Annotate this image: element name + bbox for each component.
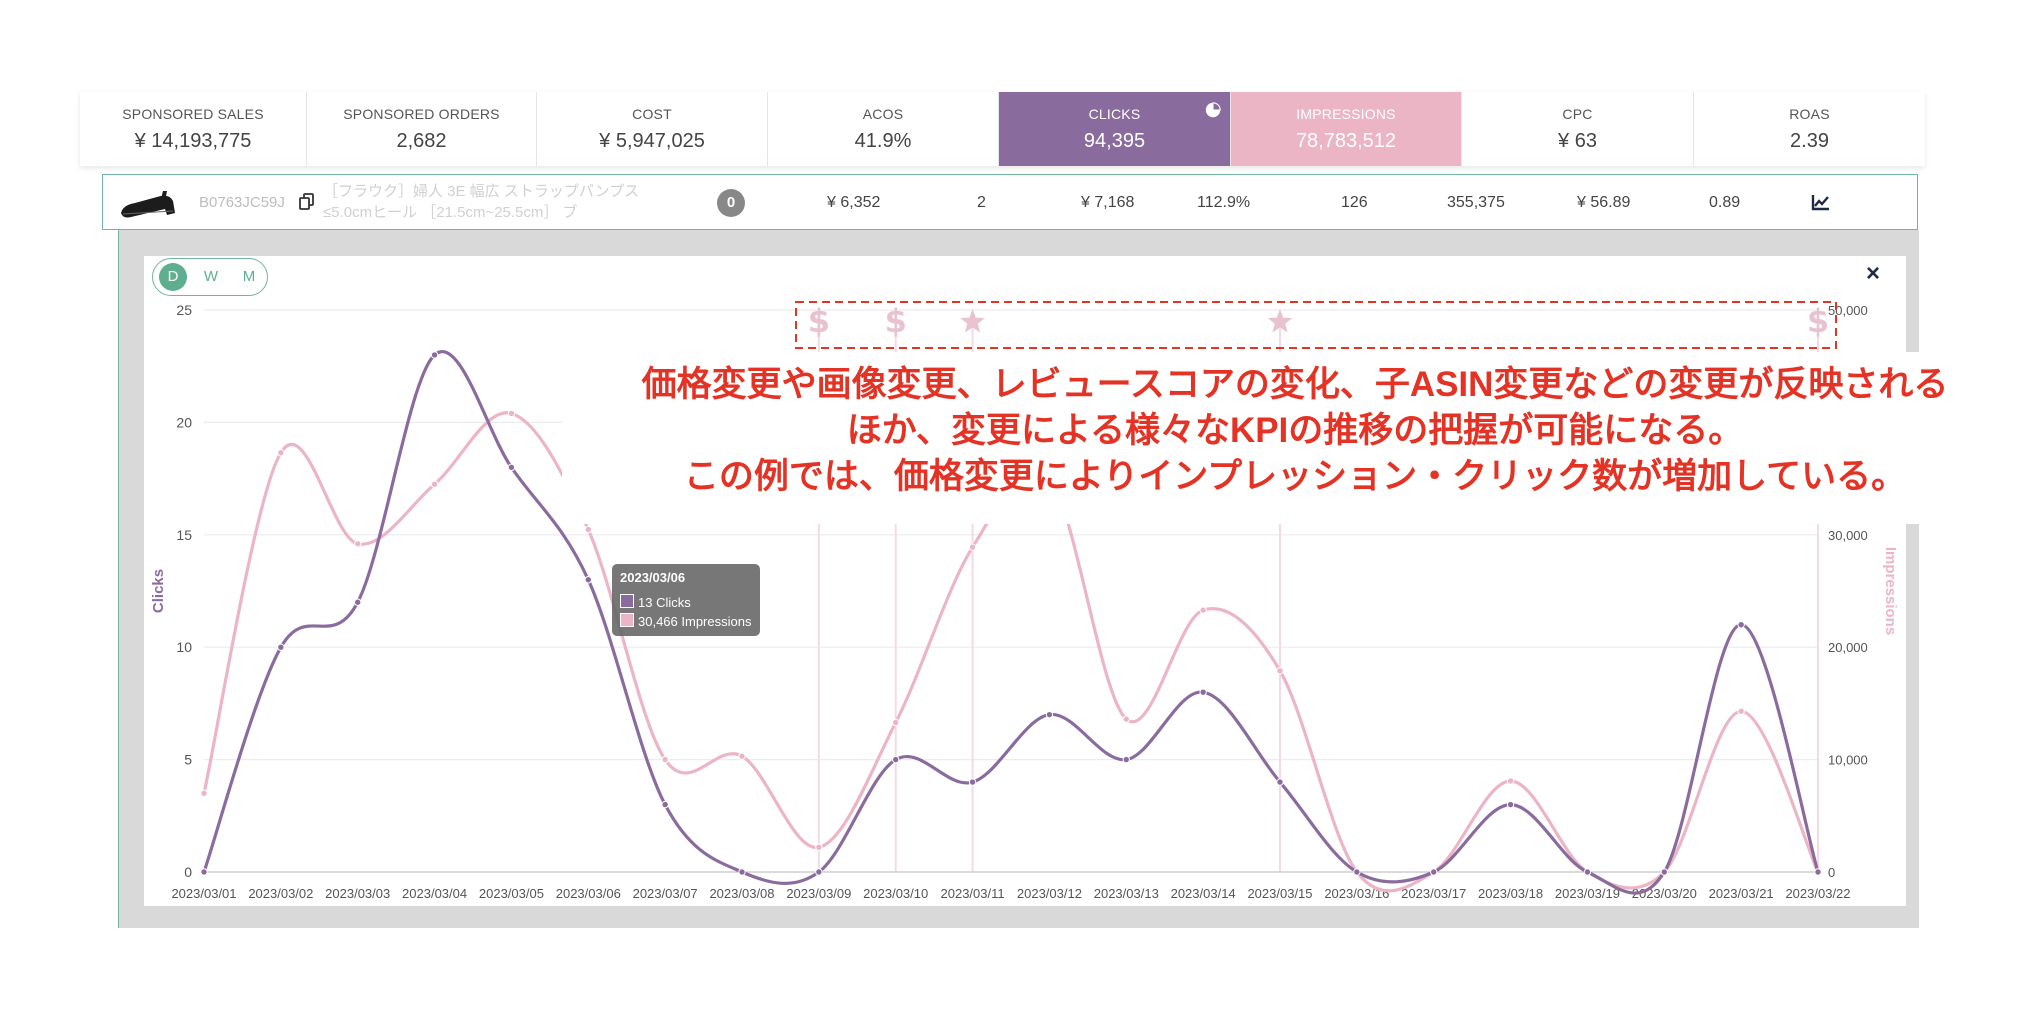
x-tick-label: 2023/03/03: [325, 886, 390, 901]
x-tick-label: 2023/03/04: [402, 886, 467, 901]
tooltip-impressions: 30,466 Impressions: [638, 614, 752, 629]
data-point-impressions: [1199, 606, 1207, 614]
y2-tick-label: 20,000: [1828, 640, 1868, 655]
data-point-clicks: [200, 868, 208, 876]
x-tick-label: 2023/03/21: [1709, 886, 1774, 901]
data-point-impressions: [430, 480, 439, 488]
data-point-clicks: [430, 351, 439, 359]
tooltip-clicks-row: 13 Clicks: [620, 594, 691, 610]
data-point-clicks: [1276, 778, 1284, 786]
x-tick-label: 2023/03/02: [248, 886, 313, 901]
data-point-impressions: [1737, 707, 1745, 715]
data-point-clicks: [354, 598, 362, 606]
data-point-clicks: [1660, 868, 1668, 876]
legend-swatch-impressions: [620, 613, 634, 627]
data-point-impressions: [200, 789, 208, 798]
x-tick-label: 2023/03/14: [1171, 886, 1236, 901]
x-tick-label: 2023/03/01: [171, 886, 236, 901]
x-tick-label: 2023/03/12: [1017, 886, 1082, 901]
y-tick-label: 0: [184, 864, 192, 880]
tooltip-clicks: 13 Clicks: [638, 595, 691, 610]
x-tick-label: 2023/03/19: [1555, 886, 1620, 901]
tooltip-impressions-row: 30,466 Impressions: [620, 613, 751, 629]
x-tick-label: 2023/03/09: [786, 886, 851, 901]
data-point-clicks: [892, 755, 900, 764]
data-point-clicks: [1583, 868, 1592, 876]
data-point-impressions: [507, 409, 516, 418]
x-tick-label: 2023/03/08: [709, 886, 774, 901]
y-axis-label: Clicks: [150, 569, 167, 613]
data-point-clicks: [1814, 868, 1822, 876]
y2-tick-label: 0: [1828, 865, 1835, 880]
data-point-clicks: [507, 463, 516, 472]
x-tick-label: 2023/03/22: [1785, 886, 1850, 901]
y2-tick-label: 30,000: [1828, 528, 1868, 543]
data-point-clicks: [1506, 800, 1515, 809]
data-point-clicks: [968, 778, 977, 786]
data-point-clicks: [1430, 868, 1438, 876]
data-point-clicks: [584, 576, 592, 584]
data-point-clicks: [815, 868, 823, 876]
data-point-clicks: [1199, 688, 1207, 696]
data-point-impressions: [661, 755, 669, 764]
y-tick-label: 20: [176, 414, 192, 430]
x-tick-label: 2023/03/11: [941, 886, 1005, 901]
data-point-impressions: [1276, 667, 1284, 675]
data-point-impressions: [815, 843, 823, 851]
x-tick-label: 2023/03/17: [1401, 886, 1466, 901]
x-tick-label: 2023/03/05: [479, 886, 544, 901]
y-tick-label: 10: [176, 639, 192, 655]
x-tick-label: 2023/03/10: [863, 886, 928, 901]
y-tick-label: 15: [176, 527, 192, 543]
x-tick-label: 2023/03/15: [1247, 886, 1312, 901]
data-point-clicks: [1737, 621, 1745, 629]
legend-swatch-clicks: [620, 594, 634, 608]
chart-tooltip: 2023/03/06 13 Clicks 30,466 Impressions: [612, 564, 760, 636]
data-point-impressions: [277, 449, 285, 457]
data-point-impressions: [354, 540, 362, 548]
x-tick-label: 2023/03/13: [1094, 886, 1159, 901]
annotation-line: ほか、変更による様々なKPIの推移の把握が可能になる。: [846, 411, 1744, 450]
x-tick-label: 2023/03/18: [1478, 886, 1543, 901]
data-point-clicks: [1045, 710, 1054, 719]
y-tick-label: 25: [176, 302, 192, 318]
data-point-clicks: [277, 643, 285, 651]
y2-axis-label: Impressions: [1882, 547, 1899, 635]
annotation-line: この例では、価格変更によりインプレッション・クリック数が増加している。: [683, 457, 1907, 496]
tooltip-title: 2023/03/06: [620, 570, 686, 585]
x-tick-label: 2023/03/07: [633, 886, 698, 901]
data-point-clicks: [661, 800, 669, 809]
x-tick-label: 2023/03/06: [556, 886, 621, 901]
data-point-impressions: [892, 718, 900, 727]
data-point-clicks: [1353, 868, 1361, 876]
data-point-impressions: [584, 525, 592, 534]
data-point-impressions: [1122, 715, 1130, 723]
y-tick-label: 5: [184, 752, 192, 768]
data-point-impressions: [738, 752, 746, 760]
y2-tick-label: 50,000: [1828, 303, 1868, 318]
annotation-text: 価格変更や画像変更、レビュースコアの変化、子ASIN変更などの変更が反映される …: [560, 362, 2030, 500]
data-point-impressions: [1506, 777, 1515, 785]
data-point-impressions: [968, 543, 977, 551]
annotation-line: 価格変更や画像変更、レビュースコアの変化、子ASIN変更などの変更が反映される: [641, 365, 1949, 404]
data-point-clicks: [738, 868, 746, 876]
y2-tick-label: 10,000: [1828, 753, 1868, 768]
data-point-clicks: [1122, 755, 1130, 764]
